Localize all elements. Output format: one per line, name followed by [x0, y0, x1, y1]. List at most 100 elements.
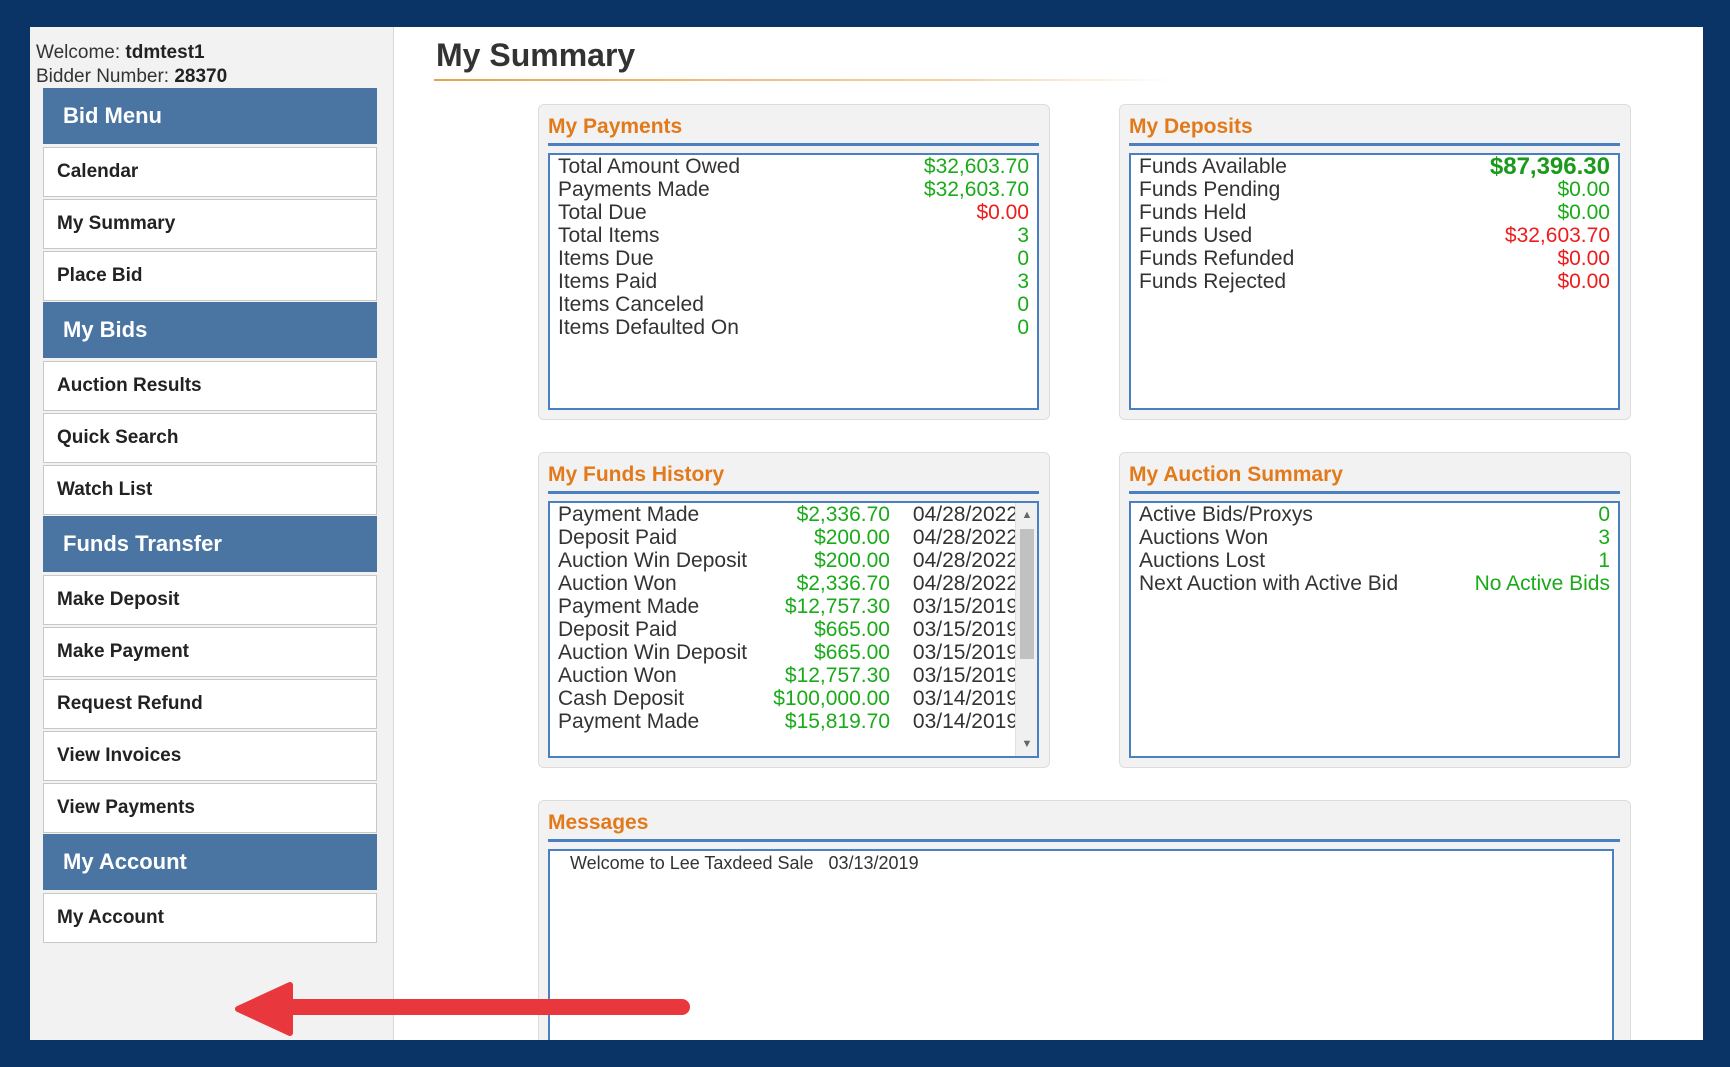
menu-header-funds-transfer: Funds Transfer — [43, 516, 377, 572]
sidebar-item-make-payment[interactable]: Make Payment — [43, 627, 377, 677]
deposits-value: $0.00 — [1557, 270, 1610, 293]
auction-summary-row: Auctions Lost 1 — [1131, 549, 1618, 572]
page-title: My Summary — [436, 37, 636, 73]
deposits-rule — [1129, 143, 1620, 146]
sidebar-item-my-summary[interactable]: My Summary — [43, 199, 377, 249]
history-type: Payment Made — [558, 503, 700, 526]
sidebar-item-quick-search[interactable]: Quick Search — [43, 413, 377, 463]
deposits-row: Funds Available $87,396.30 — [1131, 155, 1618, 179]
messages-title: Messages — [548, 811, 649, 834]
history-row: Auction Won $12,757.30 03/15/2019 — [550, 664, 1037, 687]
auction-summary-label: Auctions Won — [1139, 526, 1269, 549]
auction-summary-label: Next Auction with Active Bid — [1139, 572, 1399, 595]
auction-summary-value: No Active Bids — [1474, 572, 1610, 595]
payments-value: 0 — [1017, 316, 1029, 339]
menu-header-my-bids: My Bids — [43, 302, 377, 358]
auction-summary-panel: My Auction Summary Active Bids/Proxys 0 A… — [1119, 452, 1631, 768]
sidebar-item-auction-results[interactable]: Auction Results — [43, 361, 377, 411]
auction-summary-value: 3 — [1598, 526, 1610, 549]
deposits-label: Funds Used — [1139, 224, 1253, 247]
menu-header-my-account: My Account — [43, 834, 377, 890]
payments-value: 0 — [1017, 247, 1029, 270]
history-date: 04/28/2022 — [912, 503, 1018, 526]
payments-row: Payments Made $32,603.70 — [550, 178, 1037, 201]
deposits-row: Funds Used $32,603.70 — [1131, 224, 1618, 247]
history-row: Deposit Paid $665.00 03/15/2019 — [550, 618, 1037, 641]
history-date: 03/15/2019 — [912, 618, 1018, 641]
sidebar-item-make-deposit[interactable]: Make Deposit — [43, 575, 377, 625]
history-type: Auction Won — [558, 664, 677, 687]
history-scroll-thumb[interactable] — [1020, 529, 1034, 659]
history-amount: $2,336.70 — [796, 503, 890, 526]
main-content: My Summary My Payments Total Amount Owed… — [394, 27, 1703, 1040]
history-amount: $15,819.70 — [784, 710, 890, 733]
history-amount: $12,757.30 — [784, 595, 890, 618]
auction-summary-row: Auctions Won 3 — [1131, 526, 1618, 549]
deposits-panel: My Deposits Funds Available $87,396.30 Fu… — [1119, 104, 1631, 420]
payments-label: Items Paid — [558, 270, 658, 293]
history-amount: $665.00 — [814, 618, 890, 641]
sidebar-item-my-account[interactable]: My Account — [43, 893, 377, 943]
history-scrollbar[interactable]: ▲ ▼ — [1015, 503, 1037, 756]
payments-title: My Payments — [548, 115, 683, 138]
auction-summary-rule — [1129, 491, 1620, 494]
history-date: 04/28/2022 — [912, 572, 1018, 595]
history-date: 04/28/2022 — [912, 549, 1018, 572]
history-date: 03/15/2019 — [912, 595, 1018, 618]
deposits-value: $0.00 — [1557, 201, 1610, 224]
deposits-value: $32,603.70 — [1504, 224, 1610, 247]
payments-value: 3 — [1017, 270, 1029, 293]
payments-label: Payments Made — [558, 178, 710, 201]
auction-summary-value: 1 — [1598, 549, 1610, 572]
payments-row: Total Items 3 — [550, 224, 1037, 247]
payments-box: Total Amount Owed $32,603.70 Payments Mad… — [548, 153, 1039, 410]
messages-box: Welcome to Lee Taxdeed Sale 03/13/2019 — [548, 849, 1614, 1040]
payments-label: Items Defaulted On — [558, 316, 739, 339]
funds-history-box[interactable]: Payment Made $2,336.70 04/28/2022 Deposit … — [548, 501, 1039, 758]
history-type: Deposit Paid — [558, 618, 678, 641]
history-row: Auction Win Deposit $665.00 03/15/2019 — [550, 641, 1037, 664]
scroll-up-arrow-icon[interactable]: ▲ — [1016, 505, 1037, 525]
payments-panel: My Payments Total Amount Owed $32,603.70 … — [538, 104, 1050, 420]
history-amount: $2,336.70 — [796, 572, 890, 595]
sidebar-item-calendar[interactable]: Calendar — [43, 147, 377, 197]
deposits-label: Funds Rejected — [1139, 270, 1287, 293]
history-date: 03/14/2019 — [912, 710, 1018, 733]
history-row: Auction Win Deposit $200.00 04/28/2022 — [550, 549, 1037, 572]
auction-summary-label: Active Bids/Proxys — [1139, 503, 1313, 526]
message-item: Welcome to Lee Taxdeed Sale 03/13/2019 — [570, 853, 919, 873]
deposits-label: Funds Refunded — [1139, 247, 1295, 270]
payments-row: Items Canceled 0 — [550, 293, 1037, 316]
history-amount: $200.00 — [814, 549, 890, 572]
history-date: 03/15/2019 — [912, 664, 1018, 687]
history-type: Payment Made — [558, 595, 700, 618]
history-date: 04/28/2022 — [912, 526, 1018, 549]
sidebar-item-view-invoices[interactable]: View Invoices — [43, 731, 377, 781]
history-type: Deposit Paid — [558, 526, 678, 549]
payments-row: Total Amount Owed $32,603.70 — [550, 155, 1037, 178]
sidebar: Welcome: tdmtest1 Bidder Number: 28370 B… — [30, 27, 394, 1040]
history-amount: $665.00 — [814, 641, 890, 664]
history-row: Cash Deposit $100,000.00 03/14/2019 — [550, 687, 1037, 710]
messages-panel: Messages Welcome to Lee Taxdeed Sale 03/… — [538, 800, 1631, 1040]
title-underline — [434, 79, 1174, 81]
sidebar-item-watch-list[interactable]: Watch List — [43, 465, 377, 515]
welcome-block: Welcome: tdmtest1 Bidder Number: 28370 — [36, 41, 227, 89]
auction-summary-row: Active Bids/Proxys 0 — [1131, 503, 1618, 526]
sidebar-item-place-bid[interactable]: Place Bid — [43, 251, 377, 301]
sidebar-item-view-payments[interactable]: View Payments — [43, 783, 377, 833]
history-amount: $12,757.30 — [784, 664, 890, 687]
history-row: Auction Won $2,336.70 04/28/2022 — [550, 572, 1037, 595]
history-row: Payment Made $2,336.70 04/28/2022 — [550, 503, 1037, 526]
sidebar-item-request-refund[interactable]: Request Refund — [43, 679, 377, 729]
payments-value: $32,603.70 — [923, 178, 1029, 201]
payments-rule — [548, 143, 1039, 146]
menu-header-bid-menu: Bid Menu — [43, 88, 377, 144]
payments-row: Items Defaulted On 0 — [550, 316, 1037, 339]
scroll-down-arrow-icon[interactable]: ▼ — [1016, 734, 1037, 754]
history-date: 03/14/2019 — [912, 687, 1018, 710]
deposits-value: $0.00 — [1557, 247, 1610, 270]
deposits-row: Funds Refunded $0.00 — [1131, 247, 1618, 270]
auction-summary-value: 0 — [1598, 503, 1610, 526]
app-frame: Welcome: tdmtest1 Bidder Number: 28370 B… — [30, 27, 1703, 1040]
